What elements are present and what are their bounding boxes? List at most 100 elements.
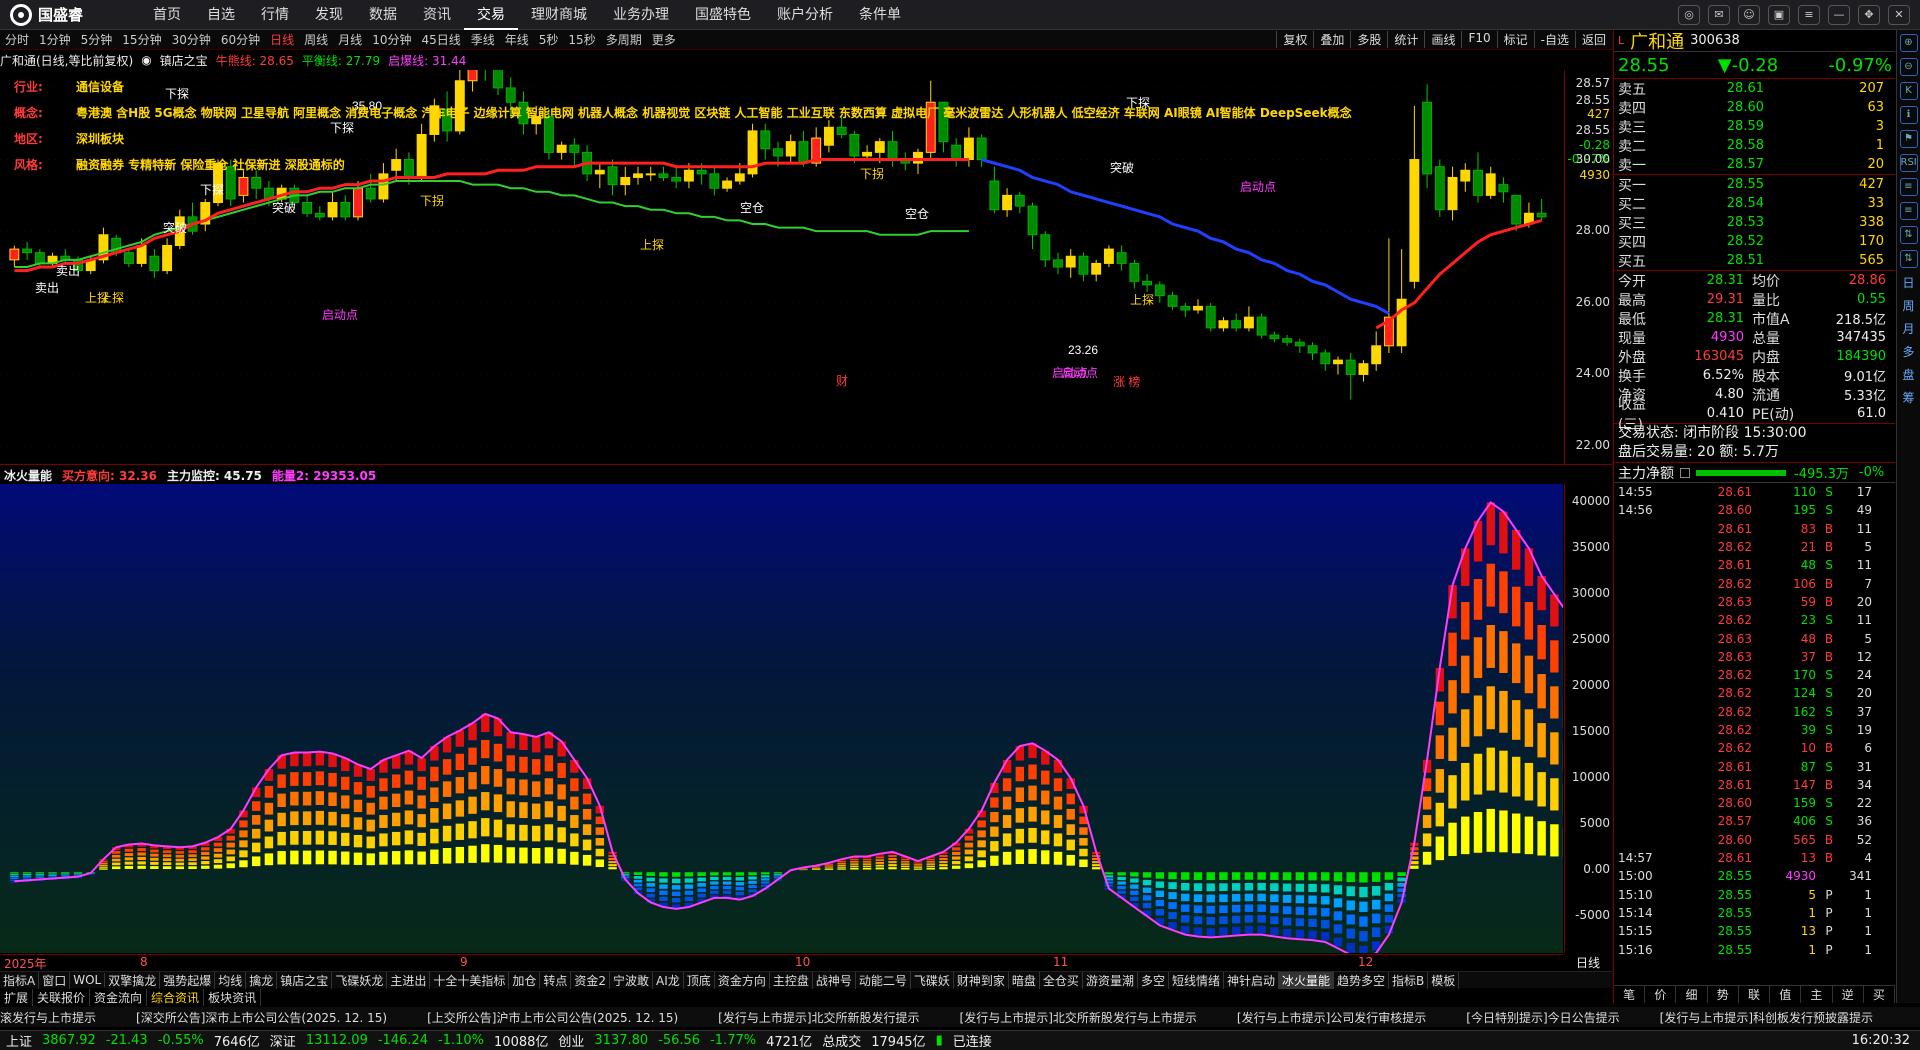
menu-item-8[interactable]: 业务办理 (600, 0, 682, 30)
tool-4[interactable]: 画线 (1424, 31, 1461, 48)
close-icon[interactable]: ✕ (1888, 4, 1910, 25)
menu-item-0[interactable]: 首页 (140, 0, 194, 30)
indicator-13[interactable]: 资金2 (571, 971, 611, 989)
indicator-7[interactable]: 镇店之宝 (277, 971, 333, 989)
tool-6[interactable]: 标记 (1496, 31, 1534, 48)
indicator-28[interactable]: 神针启动 (1224, 971, 1279, 989)
sh-index-label[interactable]: 上证 (6, 1031, 32, 1050)
period-14[interactable]: 15秒 (563, 31, 600, 48)
menu-item-4[interactable]: 数据 (356, 0, 410, 30)
tool-0[interactable]: 复权 (1276, 31, 1313, 48)
info-tab-0[interactable]: 扩展 (0, 989, 34, 1006)
info-tab-1[interactable]: 关联报价 (33, 989, 91, 1006)
indicator-4[interactable]: 强势起爆 (160, 971, 216, 989)
indicator-5[interactable]: 均线 (215, 971, 247, 989)
indicator-29[interactable]: 冰火量能 (1279, 971, 1335, 989)
mail-icon[interactable]: ✉ (1708, 4, 1730, 25)
tool-8[interactable]: 返回 (1574, 31, 1612, 48)
indicator-26[interactable]: 多空 (1138, 971, 1169, 989)
tool-3[interactable]: 统计 (1387, 31, 1424, 48)
indicator-12[interactable]: 转点 (540, 971, 572, 989)
menu-item-3[interactable]: 发现 (302, 0, 356, 30)
indicator-9[interactable]: 主进出 (387, 971, 431, 989)
tool-7[interactable]: -自选 (1533, 31, 1575, 48)
indicator-17[interactable]: 资金方向 (715, 971, 770, 989)
menu-item-9[interactable]: 国盛特色 (682, 0, 764, 30)
menu-item-6[interactable]: 交易 (464, 0, 518, 30)
menu-item-2[interactable]: 行情 (248, 0, 302, 30)
indicator-14[interactable]: 宁波敢 (610, 971, 654, 989)
sidebar-button-7[interactable]: ≡ (1899, 202, 1918, 220)
period-1[interactable]: 1分钟 (34, 31, 76, 48)
tool-2[interactable]: 多股 (1350, 31, 1387, 48)
minimize-icon[interactable]: — (1828, 4, 1850, 25)
bid-row[interactable]: 买三 28.53 338 (1614, 213, 1895, 232)
news-item[interactable]: [发行与上市提示]公司发行审核提示 (1237, 1009, 1426, 1026)
period-8[interactable]: 月线 (333, 31, 367, 48)
indicator-name[interactable]: 冰火量能 (4, 467, 52, 484)
detail-tab-7[interactable]: 逆 (1833, 986, 1864, 1003)
indicator-15[interactable]: AI龙 (653, 971, 684, 989)
tick-table[interactable]: 14:55 28.61 110 S 17 14:56 28.60 195 S 49 28.61 83 B… (1614, 482, 1895, 959)
maximize-icon[interactable]: ✥ (1858, 4, 1880, 25)
sidebar-button-11[interactable]: 周 (1902, 297, 1914, 314)
ask-row[interactable]: 卖三 28.59 3 (1614, 117, 1895, 136)
volume-energy-chart[interactable] (0, 484, 1563, 953)
app-logo[interactable]: 国盛睿 (0, 3, 140, 26)
indicator-21[interactable]: 飞碟妖 (911, 971, 954, 989)
news-item[interactable]: [发行与上市提示]北交所新股发行与上市提示 (960, 1009, 1197, 1026)
menu-item-10[interactable]: 账户分析 (764, 0, 846, 30)
sidebar-button-13[interactable]: 多 (1902, 343, 1914, 360)
period-15[interactable]: 多周期 (601, 31, 647, 48)
ask-row[interactable]: 卖五 28.61 207 (1614, 79, 1895, 98)
period-2[interactable]: 5分钟 (76, 31, 118, 48)
sidebar-button-5[interactable]: RSI (1899, 154, 1918, 172)
period-16[interactable]: 更多 (647, 31, 681, 48)
period-9[interactable]: 10分钟 (367, 31, 416, 48)
indicator-16[interactable]: 顶底 (684, 971, 715, 989)
menu-item-7[interactable]: 理财商城 (518, 0, 600, 30)
tool-5[interactable]: F10 (1461, 31, 1496, 48)
indicator-30[interactable]: 趋势多空 (1334, 971, 1390, 989)
period-5[interactable]: 60分钟 (216, 31, 265, 48)
indicator-11[interactable]: 加仓 (509, 971, 541, 989)
sidebar-button-12[interactable]: 月 (1902, 320, 1914, 337)
indicator-20[interactable]: 动能二号 (856, 971, 911, 989)
expand-icon[interactable] (1680, 467, 1690, 478)
period-0[interactable]: 分时 (0, 31, 34, 48)
period-6[interactable]: 日线 (265, 31, 299, 48)
period-12[interactable]: 年线 (500, 31, 534, 48)
detail-tab-0[interactable]: 笔 (1614, 986, 1646, 1003)
sidebar-button-10[interactable]: 日 (1902, 274, 1914, 291)
indicator-6[interactable]: 擒龙 (246, 971, 278, 989)
news-item[interactable]: 滚发行与上市提示 (0, 1009, 96, 1026)
bid-row[interactable]: 买五 28.51 565 (1614, 251, 1895, 270)
detail-tab-1[interactable]: 价 (1645, 986, 1677, 1003)
menu-item-11[interactable]: 条件单 (846, 0, 914, 30)
sidebar-button-3[interactable]: ℹ (1899, 106, 1918, 124)
period-13[interactable]: 5秒 (534, 31, 564, 48)
indicator-31[interactable]: 指标B (1389, 971, 1429, 989)
indicator-25[interactable]: 游资量潮 (1083, 971, 1138, 989)
period-3[interactable]: 15分钟 (117, 31, 166, 48)
detail-tab-4[interactable]: 联 (1739, 986, 1771, 1003)
ask-row[interactable]: 卖二 28.58 1 (1614, 136, 1895, 155)
sidebar-button-0[interactable]: ⊕ (1899, 34, 1918, 52)
sidebar-button-15[interactable]: 筹 (1902, 389, 1914, 406)
info-tab-2[interactable]: 资金流向 (90, 989, 148, 1006)
indicator-27[interactable]: 短线情绪 (1169, 971, 1224, 989)
message-icon[interactable]: ◎ (1678, 4, 1700, 25)
sidebar-button-9[interactable]: ⇅ (1899, 250, 1918, 268)
tool-1[interactable]: 叠加 (1313, 31, 1350, 48)
ask-row[interactable]: 卖一 28.57 20 (1614, 155, 1895, 174)
sidebar-button-4[interactable]: ⚑ (1899, 130, 1918, 148)
indicator-22[interactable]: 财神到家 (954, 971, 1009, 989)
sidebar-button-14[interactable]: 盘 (1902, 366, 1914, 383)
period-10[interactable]: 45日线 (416, 31, 465, 48)
indicator-23[interactable]: 暗盘 (1009, 971, 1040, 989)
news-item[interactable]: [今日特别提示]今日公告提示 (1466, 1009, 1619, 1026)
news-item[interactable]: [发行与上市提示]科创板发行预披露提示 (1660, 1009, 1873, 1026)
skin-icon[interactable]: ▣ (1768, 4, 1790, 25)
bid-row[interactable]: 买二 28.54 33 (1614, 194, 1895, 213)
menu-item-5[interactable]: 资讯 (410, 0, 464, 30)
